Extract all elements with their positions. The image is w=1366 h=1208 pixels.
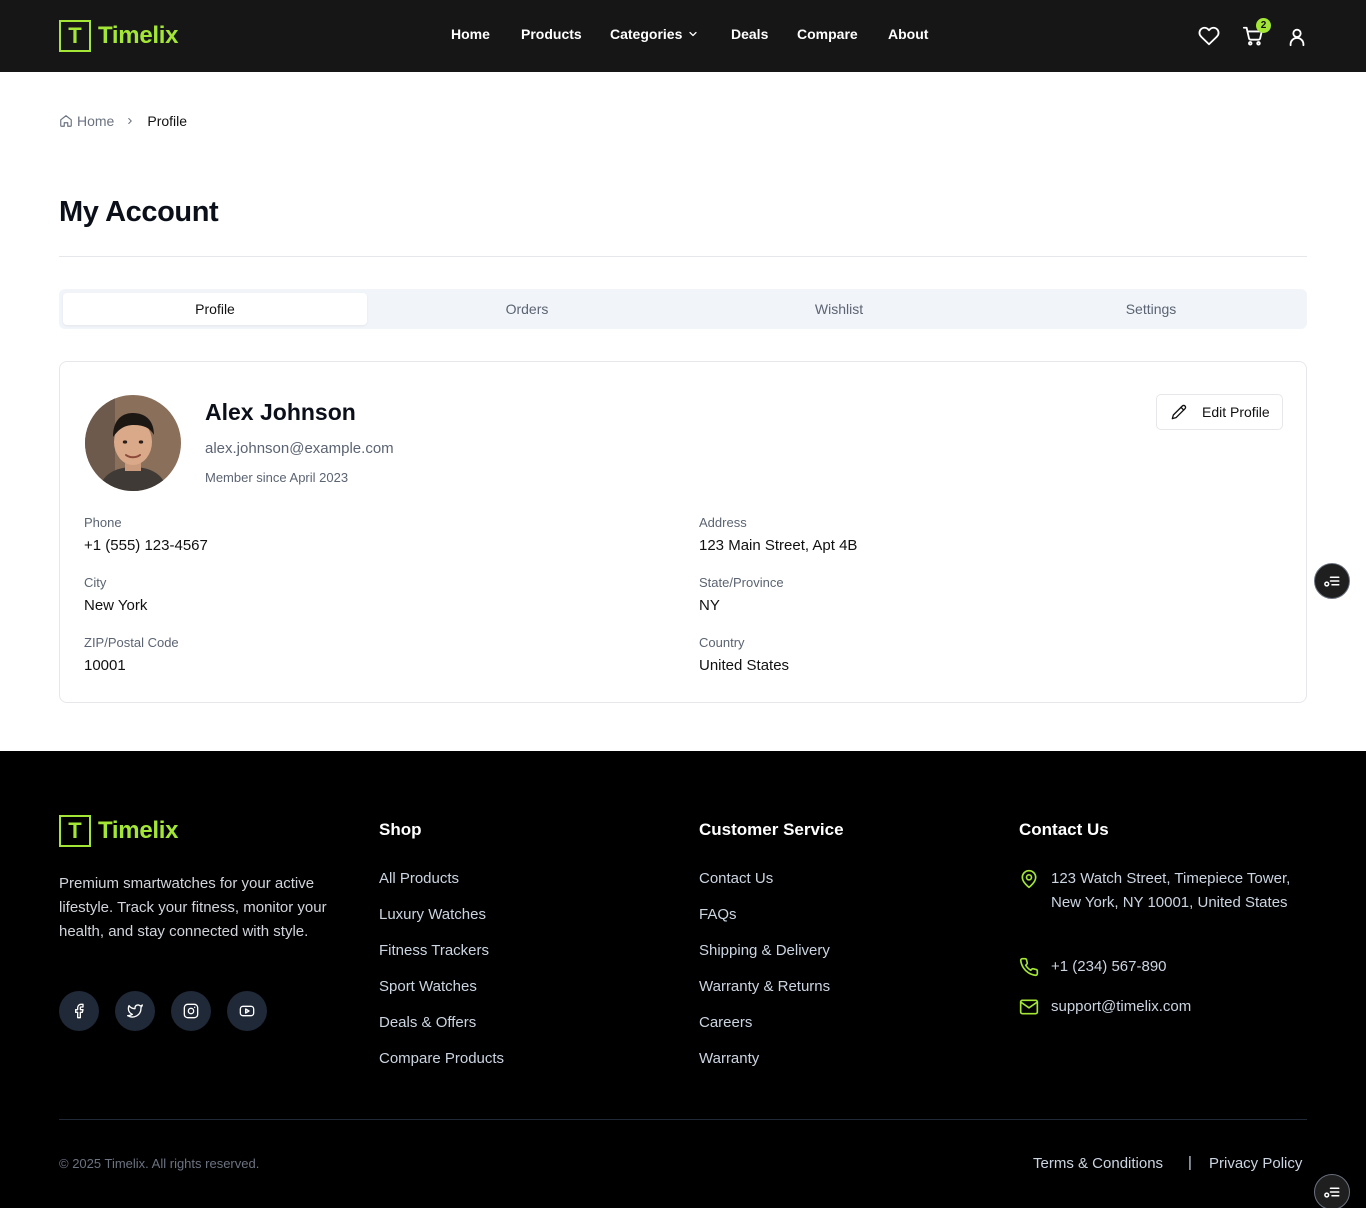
youtube-icon	[239, 1005, 255, 1017]
logo-wordmark: Timelix	[98, 22, 179, 49]
nav-home[interactable]: Home	[451, 26, 490, 42]
privacy-link[interactable]: Privacy Policy	[1209, 1155, 1302, 1172]
footer-shop-heading: Shop	[379, 820, 422, 839]
footer-service-heading: Customer Service	[699, 820, 844, 839]
tab-profile[interactable]: Profile	[63, 293, 367, 325]
breadcrumb-home[interactable]: Home	[77, 113, 114, 129]
avatar	[85, 395, 181, 491]
contact-phone[interactable]: +1 (234) 567-890	[1051, 955, 1309, 979]
pencil-icon	[1171, 404, 1187, 420]
footer-link-all-products[interactable]: All Products	[379, 870, 459, 887]
mail-icon	[1019, 999, 1039, 1015]
tab-orders[interactable]: Orders	[375, 293, 679, 325]
city-label: City	[84, 575, 107, 590]
zip-value: 10001	[84, 657, 126, 674]
edit-profile-label: Edit Profile	[1202, 404, 1270, 420]
contact-email-icon-wrap	[1019, 997, 1039, 1017]
home-icon	[60, 115, 72, 127]
address-value: 123 Main Street, Apt 4B	[699, 537, 858, 554]
profile-email: alex.johnson@example.com	[205, 440, 394, 457]
tab-wishlist[interactable]: Wishlist	[687, 293, 991, 325]
footer-link-faqs[interactable]: FAQs	[699, 906, 737, 923]
facebook-link[interactable]	[59, 991, 99, 1031]
tab-settings[interactable]: Settings	[999, 293, 1303, 325]
nav-categories-label: Categories	[610, 26, 683, 42]
chevron-down-icon	[689, 31, 697, 37]
twitter-icon	[127, 1004, 143, 1018]
contact-phone-icon-wrap	[1019, 957, 1039, 977]
nav-compare[interactable]: Compare	[797, 26, 858, 42]
footer-link-sport-watches[interactable]: Sport Watches	[379, 978, 477, 995]
footer-contact-heading: Contact Us	[1019, 820, 1109, 839]
footer-logo[interactable]: T Timelix	[59, 815, 178, 847]
user-icon	[1289, 28, 1305, 47]
footer-link-shipping[interactable]: Shipping & Delivery	[699, 942, 830, 959]
footer-link-warranty[interactable]: Warranty	[699, 1050, 759, 1067]
cart-count-badge: 2	[1256, 18, 1271, 33]
phone-value: +1 (555) 123-4567	[84, 537, 208, 554]
footer-link-contact-us[interactable]: Contact Us	[699, 870, 773, 887]
footer-description: Premium smartwatches for your active lif…	[59, 875, 327, 940]
facebook-icon	[75, 1003, 84, 1019]
title-divider	[59, 256, 1307, 257]
nav-about[interactable]: About	[888, 26, 928, 42]
breadcrumb-current: Profile	[147, 113, 188, 129]
list-settings-icon	[1324, 1187, 1340, 1198]
account-tabs: Profile Orders Wishlist Settings	[59, 289, 1307, 329]
map-pin-icon	[1021, 869, 1037, 889]
contact-email[interactable]: support@timelix.com	[1051, 995, 1309, 1019]
footer-logo-wordmark: Timelix	[98, 817, 179, 844]
wishlist-button[interactable]	[1198, 25, 1220, 47]
nav-deals[interactable]: Deals	[731, 26, 768, 42]
list-settings-icon	[1324, 576, 1340, 587]
profile-member-since: Member since April 2023	[205, 470, 349, 485]
city-value: New York	[84, 597, 148, 614]
instagram-icon	[183, 1003, 199, 1019]
youtube-link[interactable]	[227, 991, 267, 1031]
footer-logo-mark: T	[59, 815, 91, 847]
top-navbar: T Timelix Home Products Categories Deals…	[0, 0, 1366, 72]
account-button[interactable]	[1286, 26, 1308, 48]
copyright-text: © 2025 Timelix. All rights reserved.	[59, 1156, 260, 1171]
avatar-portrait	[85, 395, 181, 491]
country-value: United States	[699, 657, 790, 674]
terms-link[interactable]: Terms & Conditions	[1033, 1155, 1163, 1172]
contact-address: 123 Watch Street, Timepiece Tower, New Y…	[1051, 870, 1291, 911]
footer-link-compare-products[interactable]: Compare Products	[379, 1050, 504, 1067]
heart-icon	[1198, 26, 1220, 46]
breadcrumb: Home Profile	[59, 112, 187, 130]
site-footer: T Timelix Premium smartwatches for your …	[0, 751, 1366, 1208]
chevron-right-icon	[128, 117, 133, 125]
instagram-link[interactable]	[171, 991, 211, 1031]
phone-icon	[1019, 957, 1039, 977]
profile-card: Alex Johnson alex.johnson@example.com Me…	[59, 361, 1307, 703]
address-label: Address	[699, 515, 747, 530]
brand-logo[interactable]: T Timelix	[59, 20, 178, 52]
footer-divider	[59, 1119, 1307, 1120]
twitter-link[interactable]	[115, 991, 155, 1031]
state-label: State/Province	[699, 575, 784, 590]
state-value: NY	[699, 597, 720, 614]
nav-products[interactable]: Products	[521, 26, 582, 42]
footer-link-luxury-watches[interactable]: Luxury Watches	[379, 906, 486, 923]
footer-link-careers[interactable]: Careers	[699, 1014, 752, 1031]
floating-toolbar-button-bottom[interactable]	[1314, 1174, 1350, 1208]
phone-label: Phone	[84, 515, 122, 530]
page-title: My Account	[59, 196, 219, 228]
floating-toolbar-button[interactable]	[1314, 563, 1350, 599]
legal-separator: |	[1188, 1154, 1192, 1171]
edit-profile-button[interactable]: Edit Profile	[1156, 394, 1283, 430]
logo-mark: T	[59, 20, 91, 52]
profile-name: Alex Johnson	[205, 399, 356, 425]
nav-categories[interactable]: Categories	[610, 26, 699, 42]
country-label: Country	[699, 635, 745, 650]
footer-link-deals-offers[interactable]: Deals & Offers	[379, 1014, 476, 1031]
contact-address-icon-wrap	[1019, 869, 1039, 889]
zip-label: ZIP/Postal Code	[84, 635, 179, 650]
footer-link-fitness-trackers[interactable]: Fitness Trackers	[379, 942, 489, 959]
footer-link-warranty-returns[interactable]: Warranty & Returns	[699, 978, 830, 995]
